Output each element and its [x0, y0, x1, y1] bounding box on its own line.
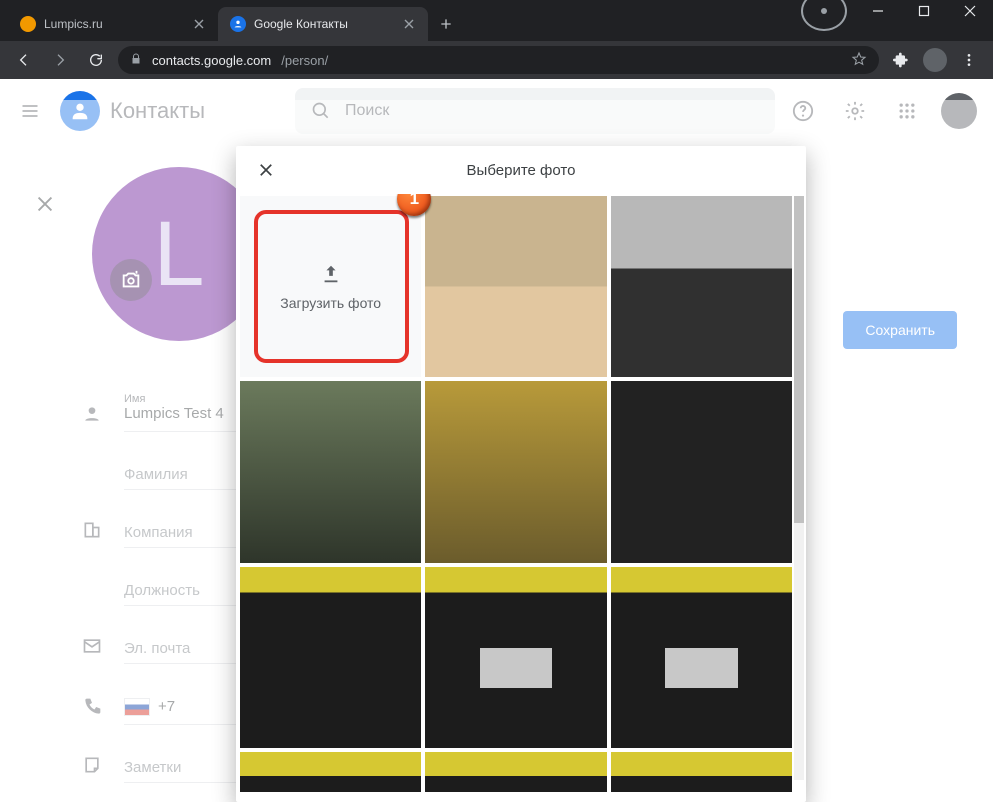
- favicon: [20, 16, 36, 32]
- photo-thumbnail[interactable]: [425, 381, 606, 562]
- photo-thumbnail[interactable]: [425, 752, 606, 792]
- close-window-button[interactable]: [947, 0, 993, 31]
- photo-thumbnail[interactable]: [611, 567, 792, 748]
- modal-title: Выберите фото: [280, 162, 762, 179]
- tab-title: Google Контакты: [254, 17, 348, 31]
- photo-grid: Загрузить фото 1: [236, 194, 806, 802]
- browser-titlebar: Lumpics.ru Google Контакты: [0, 0, 993, 41]
- photo-thumbnail[interactable]: [240, 567, 421, 748]
- photo-thumbnail[interactable]: [425, 196, 606, 377]
- extensions-icon[interactable]: [887, 46, 915, 74]
- address-bar: contacts.google.com/person/: [0, 41, 993, 79]
- reload-button[interactable]: [82, 46, 110, 74]
- photo-thumbnail[interactable]: [611, 381, 792, 562]
- photo-thumbnail[interactable]: [425, 567, 606, 748]
- photo-picker-modal: Выберите фото Загрузить фото 1: [236, 146, 806, 802]
- tab-title: Lumpics.ru: [44, 17, 103, 31]
- photo-thumbnail[interactable]: [240, 752, 421, 792]
- new-tab-button[interactable]: [432, 10, 460, 38]
- close-tab-icon[interactable]: [402, 17, 416, 31]
- minimize-button[interactable]: [855, 0, 901, 31]
- maximize-button[interactable]: [901, 0, 947, 31]
- bookmark-icon[interactable]: [851, 51, 867, 70]
- window-controls: [801, 0, 993, 41]
- browser-menu-icon[interactable]: [955, 46, 983, 74]
- tab-lumpics[interactable]: Lumpics.ru: [8, 7, 218, 41]
- tab-google-contacts[interactable]: Google Контакты: [218, 7, 428, 41]
- url-path: /person/: [281, 53, 328, 68]
- close-modal-button[interactable]: [252, 156, 280, 184]
- url-host: contacts.google.com: [152, 53, 271, 68]
- scroll-thumb[interactable]: [794, 196, 804, 523]
- profile-avatar[interactable]: [923, 48, 947, 72]
- favicon: [230, 16, 246, 32]
- scrollbar[interactable]: [794, 196, 804, 780]
- photo-thumbnail[interactable]: [611, 752, 792, 792]
- upload-label: Загрузить фото: [280, 295, 381, 311]
- omnibox[interactable]: contacts.google.com/person/: [118, 46, 879, 74]
- highlight-box: [254, 210, 409, 363]
- photo-thumbnail[interactable]: [240, 381, 421, 562]
- forward-button[interactable]: [46, 46, 74, 74]
- upload-photo-button[interactable]: Загрузить фото 1: [240, 196, 421, 377]
- photo-thumbnail[interactable]: [611, 196, 792, 377]
- close-tab-icon[interactable]: [192, 17, 206, 31]
- lock-icon: [130, 52, 142, 69]
- modal-header: Выберите фото: [236, 146, 806, 194]
- back-button[interactable]: [10, 46, 38, 74]
- update-indicator-icon[interactable]: [801, 0, 847, 31]
- tab-strip: Lumpics.ru Google Контакты: [0, 0, 460, 41]
